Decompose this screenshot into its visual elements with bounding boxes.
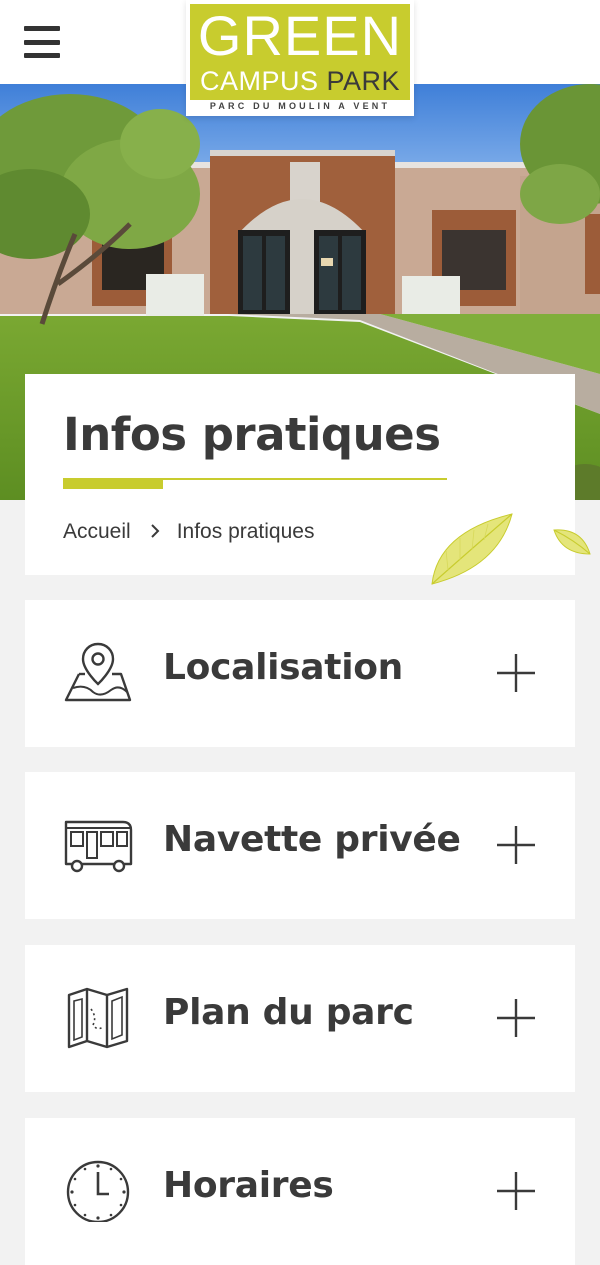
title-underline-accent	[63, 478, 163, 489]
accordion-localisation[interactable]: Localisation	[25, 600, 575, 747]
accordion-navette-privee[interactable]: Navette privée	[25, 772, 575, 919]
accordion-label: Plan du parc	[163, 992, 414, 1033]
folded-map-icon	[67, 987, 129, 1049]
accordion-label: Navette privée	[163, 819, 461, 860]
page-title: Infos pratiques	[63, 408, 441, 461]
accordion-plan-du-parc[interactable]: Plan du parc	[25, 945, 575, 1092]
leaf-small-icon	[553, 529, 591, 555]
accordion-label: Horaires	[163, 1165, 334, 1206]
map-pin-icon	[64, 642, 132, 702]
logo-line-campus-park: CAMPUS PARK	[190, 66, 410, 96]
logo-line-green: GREEN	[197, 4, 403, 67]
breadcrumb: Accueil Infos pratiques	[63, 520, 314, 544]
accordion-horaires[interactable]: Horaires	[25, 1118, 575, 1265]
breadcrumb-current: Infos pratiques	[176, 520, 315, 543]
leaf-icon	[431, 513, 513, 585]
plus-icon[interactable]	[495, 997, 537, 1039]
plus-icon[interactable]	[495, 1170, 537, 1212]
logo-box: GREEN CAMPUS PARK	[190, 4, 410, 100]
logo-subtitle: PARC DU MOULIN A VENT	[209, 101, 391, 111]
hamburger-menu-icon[interactable]	[24, 26, 60, 58]
bus-icon	[64, 820, 133, 873]
plus-icon[interactable]	[495, 824, 537, 866]
logo-park: PARK	[326, 66, 401, 96]
chevron-right-icon	[150, 522, 160, 543]
plus-icon[interactable]	[495, 652, 537, 694]
logo-campus: CAMPUS	[199, 66, 319, 96]
logo[interactable]: GREEN CAMPUS PARK PARC DU MOULIN A VENT	[186, 0, 414, 116]
accordion-label: Localisation	[163, 647, 404, 688]
breadcrumb-home-link[interactable]: Accueil	[63, 520, 131, 544]
clock-icon	[66, 1160, 130, 1222]
